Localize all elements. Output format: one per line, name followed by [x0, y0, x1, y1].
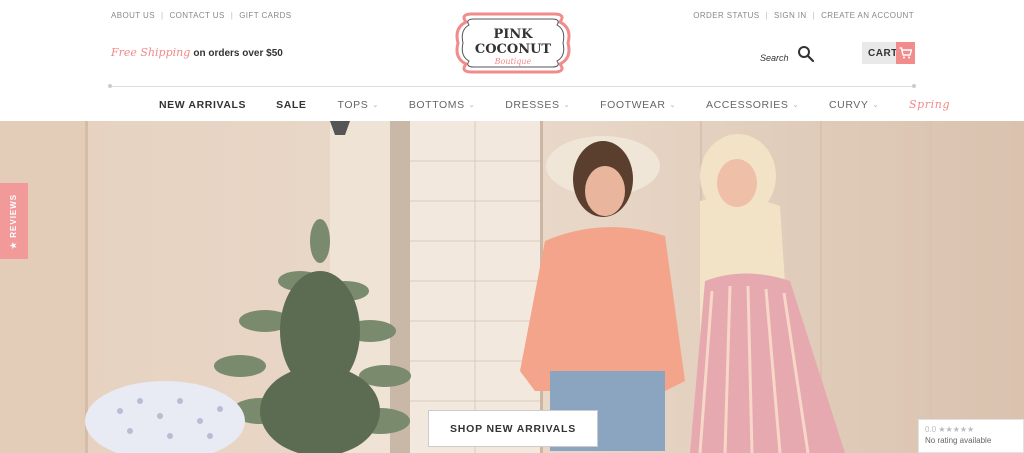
- rating-stars: 0.0 ★★★★★: [925, 425, 1017, 434]
- shipping-threshold-text: on orders over $50: [193, 48, 283, 59]
- separator: |: [160, 11, 164, 20]
- nav-label: FOOTWEAR: [600, 98, 666, 111]
- nav-label: DRESSES: [505, 98, 560, 111]
- star-icons: ★★★★★: [938, 425, 975, 434]
- header-divider: [108, 84, 916, 88]
- gift-cards-link[interactable]: GIFT CARDS: [239, 11, 291, 20]
- order-status-link[interactable]: ORDER STATUS: [693, 11, 759, 20]
- separator: |: [765, 11, 769, 20]
- nav-label: NEW ARRIVALS: [159, 98, 247, 111]
- free-shipping-banner: Free Shipping on orders over $50: [111, 46, 283, 59]
- chevron-down-icon: ⌄: [872, 101, 879, 109]
- search-label: Search: [760, 53, 789, 63]
- reviews-tab[interactable]: ★ REVIEWS: [0, 183, 28, 259]
- main-nav: NEW ARRIVALS SALE TOPS ⌄ BOTTOMS ⌄ DRESS…: [159, 98, 950, 111]
- nav-new-arrivals[interactable]: NEW ARRIVALS: [159, 99, 246, 111]
- separator: |: [230, 11, 234, 20]
- nav-label: CURVY: [828, 98, 869, 111]
- site-logo[interactable]: PINK COCONUT Boutique: [452, 8, 574, 78]
- nav-label: TOPS: [337, 98, 369, 111]
- nav-dresses[interactable]: DRESSES ⌄: [505, 99, 570, 111]
- create-account-link[interactable]: CREATE AN ACCOUNT: [821, 11, 914, 20]
- chevron-down-icon: ⌄: [372, 101, 379, 109]
- contact-us-link[interactable]: CONTACT US: [169, 11, 224, 20]
- logo-line-2: COCONUT: [475, 42, 552, 57]
- hero-image: [0, 121, 1024, 453]
- nav-tops[interactable]: TOPS ⌄: [338, 99, 379, 111]
- rating-text: No rating available: [925, 436, 992, 445]
- logo-line-3: Boutique: [494, 57, 532, 66]
- chevron-down-icon: ⌄: [468, 101, 476, 109]
- shop-new-arrivals-button[interactable]: SHOP NEW ARRIVALS: [428, 410, 598, 447]
- cart-button[interactable]: CART: [862, 42, 915, 64]
- nav-footwear[interactable]: FOOTWEAR ⌄: [600, 99, 676, 111]
- chevron-down-icon: ⌄: [792, 101, 799, 109]
- search-button[interactable]: [797, 45, 815, 63]
- nav-accessories[interactable]: ACCESSORIES ⌄: [706, 99, 799, 111]
- chevron-down-icon: ⌄: [669, 101, 677, 109]
- rating-badge[interactable]: 0.0 ★★★★★ No rating available: [918, 419, 1024, 453]
- hero-banner[interactable]: [0, 121, 1024, 453]
- nav-curvy[interactable]: CURVY ⌄: [829, 99, 879, 111]
- logo-line-1: PINK: [493, 27, 533, 42]
- cart-icon: [896, 42, 915, 64]
- free-shipping-text: Free Shipping: [111, 46, 191, 59]
- cart-label: CART: [868, 47, 898, 59]
- search-icon: [798, 46, 815, 63]
- rating-score: 0.0: [925, 425, 937, 434]
- about-us-link[interactable]: ABOUT US: [111, 11, 155, 20]
- nav-sale[interactable]: SALE: [276, 99, 306, 111]
- chevron-down-icon: ⌄: [563, 101, 571, 109]
- nav-label: SALE: [276, 98, 307, 111]
- sign-in-link[interactable]: SIGN IN: [774, 11, 807, 20]
- nav-bottoms[interactable]: BOTTOMS ⌄: [409, 99, 475, 111]
- utility-links-right: ORDER STATUS | SIGN IN | CREATE AN ACCOU…: [693, 11, 914, 20]
- nav-label: Spring: [909, 98, 951, 111]
- separator: |: [812, 11, 816, 20]
- reviews-tab-label: ★ REVIEWS: [9, 193, 19, 249]
- nav-label: ACCESSORIES: [706, 98, 789, 111]
- utility-links-left: ABOUT US | CONTACT US | GIFT CARDS: [111, 11, 292, 20]
- nav-spring[interactable]: Spring: [909, 98, 950, 111]
- nav-label: BOTTOMS: [408, 98, 465, 111]
